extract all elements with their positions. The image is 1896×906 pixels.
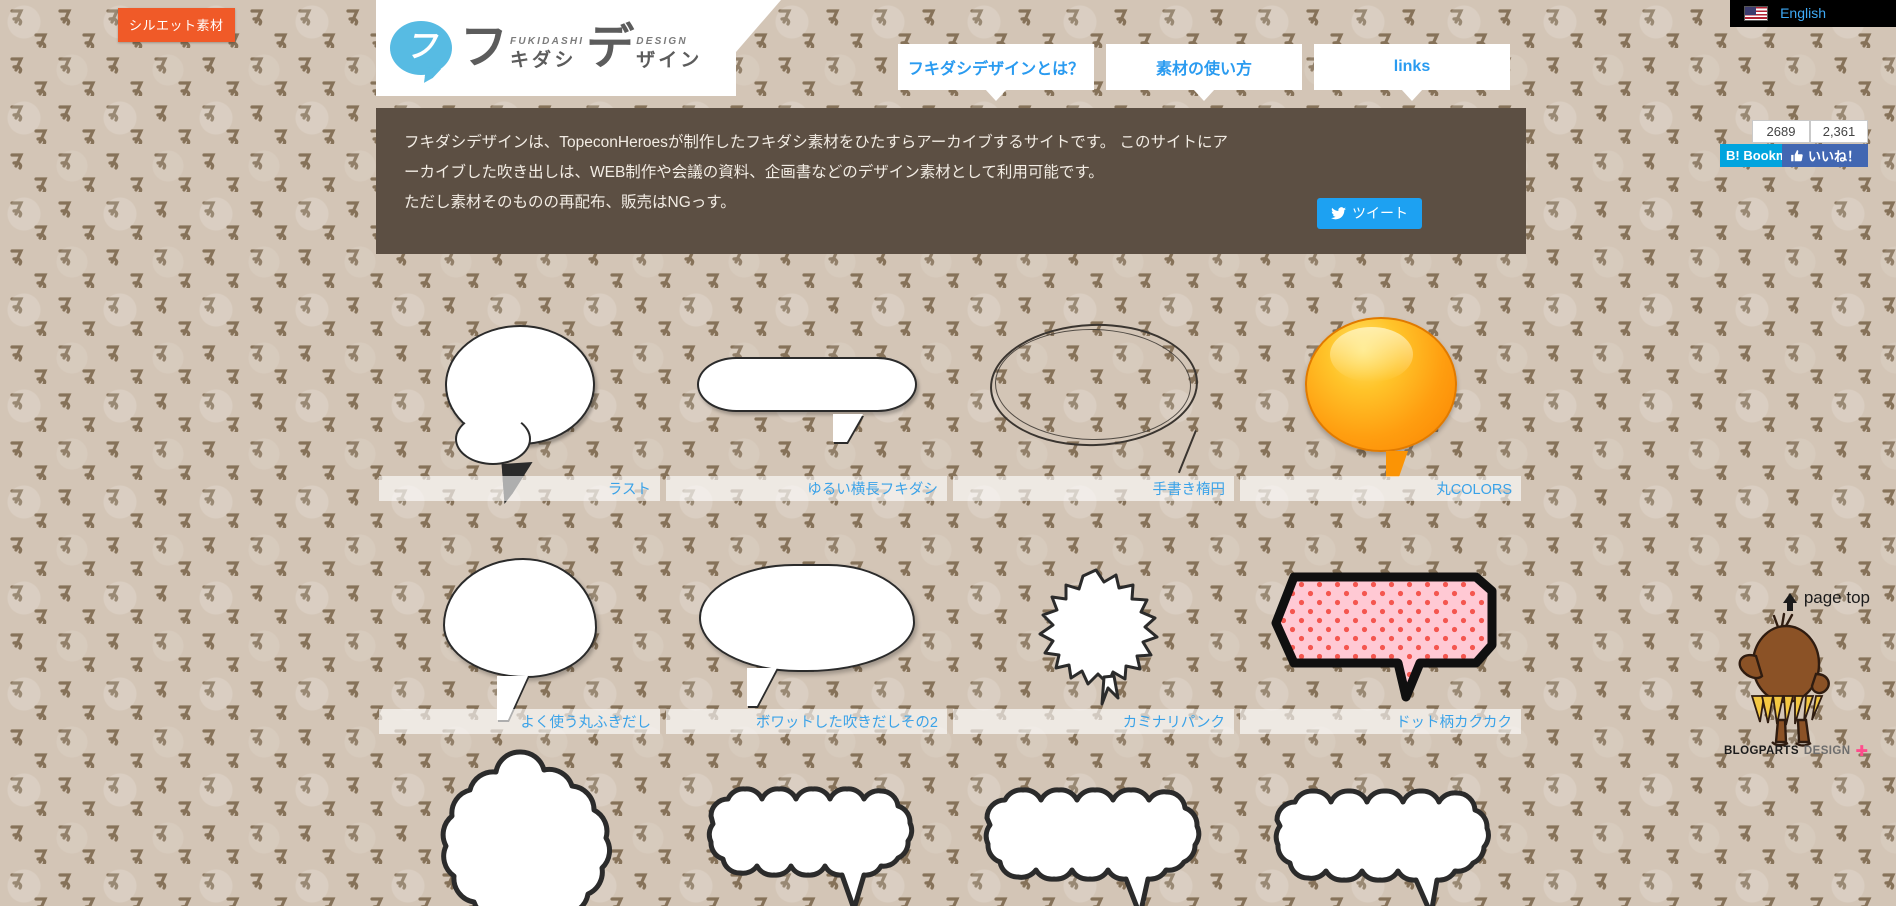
site-header: フ フ FUKIDASHI キダシ デ DESIGN ザイン <box>376 0 781 96</box>
like-count: 2,361 <box>1810 120 1868 143</box>
gloss-highlight <box>1330 326 1414 382</box>
logo-bubble-icon: フ <box>390 21 452 75</box>
nav-item-about-label: フキダシデザインとは？ <box>907 61 1085 78</box>
gallery-item[interactable] <box>376 734 663 906</box>
nav-item-links[interactable]: links <box>1314 44 1510 90</box>
gallery-item-label[interactable]: 手書き楕円 <box>953 476 1234 501</box>
speech-bubble-blob-art <box>442 557 597 678</box>
social-counts: 2689 2,361 <box>1752 120 1868 143</box>
gallery-row: ラスト ゆるい横長フキダシ 手書き楕円 丸COLORS <box>376 268 1526 501</box>
nav-item-howto-label: 素材の使い方 <box>1155 61 1252 78</box>
twitter-bird-icon <box>1331 206 1346 219</box>
language-selector[interactable]: English <box>1730 0 1896 27</box>
gallery-item-label[interactable]: ボワットした吹きだしその2 <box>666 709 947 734</box>
gallery-item-label[interactable]: ドット柄カクカク <box>1240 709 1521 734</box>
nav-item-about[interactable]: フキダシデザインとは？ <box>898 44 1094 90</box>
about-line-2: ーカイブした吹き出しは、WEB制作や会議の資料、企画書などのデザイン素材として利… <box>404 164 1104 181</box>
thumbs-up-icon <box>1791 149 1803 161</box>
gallery-item[interactable] <box>950 734 1237 906</box>
gallery-item-label[interactable]: カミナリパンク <box>953 709 1234 734</box>
hatena-bookmark-button[interactable]: B! Bookm <box>1719 144 1782 167</box>
logo-wordmark: フ FUKIDASHI キダシ デ DESIGN ザイン <box>460 19 703 76</box>
speech-bubble-sketch-oval-art <box>987 319 1200 450</box>
gallery-item[interactable]: よく使う丸ふきだし <box>376 501 663 734</box>
hatena-bookmark-label: B! Bookm <box>1725 148 1782 163</box>
nav-item-links-label: links <box>1393 58 1431 75</box>
main-navigation: フキダシデザインとは？ 素材の使い方 links <box>898 44 1510 90</box>
gallery-item[interactable]: ボワットした吹きだしその2 <box>663 501 950 734</box>
tweet-button[interactable]: ツイート <box>1317 198 1422 229</box>
page-top-label: page top <box>1803 588 1870 607</box>
gallery-item[interactable]: ラスト <box>376 268 663 501</box>
blogparts-design-label: DESIGN <box>1803 745 1851 757</box>
speech-bubble-cloud-art <box>698 563 915 672</box>
hatena-count: 2689 <box>1752 120 1810 143</box>
gallery-item[interactable]: 手書き楕円 <box>950 268 1237 501</box>
page-top-button[interactable]: page top <box>1782 588 1870 611</box>
blogparts-design-logo[interactable]: BLOGPARTS DESIGN ✚ <box>1724 742 1868 760</box>
arrow-up-icon <box>1782 593 1797 611</box>
speech-bubble-scallop-wide-art <box>687 776 927 906</box>
gallery-item[interactable]: カミナリパンク <box>950 501 1237 734</box>
gallery-item[interactable] <box>1237 734 1524 906</box>
tweet-label: ツイート <box>1352 205 1408 221</box>
nav-item-howto[interactable]: 素材の使い方 <box>1106 44 1302 90</box>
logo-big-1: フ <box>460 19 509 76</box>
blogparts-label: BLOGPARTS <box>1723 745 1799 757</box>
social-buttons: B! Bookm いいね！ <box>1719 144 1868 167</box>
about-line-1: フキダシデザインは、TopeconHeroesが制作したフキダシ素材をひたすらア… <box>404 134 1229 151</box>
site-logo[interactable]: フ フ FUKIDASHI キダシ デ DESIGN ザイン <box>390 21 702 75</box>
gallery-item[interactable]: ゆるい横長フキダシ <box>663 268 950 501</box>
plus-icon: ✚ <box>1855 743 1868 760</box>
speech-bubble-round-art <box>444 324 595 465</box>
speech-bubble-scallop-wide2-art <box>965 776 1223 906</box>
facebook-like-label: いいね！ <box>1807 149 1860 164</box>
logo-kana-1: キダシ <box>510 49 577 71</box>
gallery-item-label[interactable]: 丸COLORS <box>1240 476 1521 501</box>
gallery-item-label[interactable]: よく使う丸ふきだし <box>379 709 660 734</box>
logo-kana-2: ザイン <box>636 49 703 71</box>
gallery-item-label[interactable]: ラスト <box>379 476 660 501</box>
material-gallery: ラスト ゆるい横長フキダシ 手書き楕円 丸COLORS よく使う丸ふきだし ボワ… <box>376 268 1526 906</box>
speech-bubble-scallop-tall-art <box>422 746 618 906</box>
speech-bubble-spiky-art <box>1030 566 1158 705</box>
us-flag-icon <box>1744 5 1769 21</box>
logo-big-2: デ <box>586 19 635 76</box>
gallery-item-label[interactable]: ゆるい横長フキダシ <box>666 476 947 501</box>
logo-bubble-char: フ <box>404 27 437 65</box>
logo-roman-2: DESIGN <box>636 35 688 47</box>
gallery-row <box>376 734 1526 906</box>
logo-roman-1: FUKIDASHI <box>510 35 585 47</box>
gallery-item[interactable]: 丸COLORS <box>1237 268 1524 501</box>
language-label: English <box>1780 5 1826 21</box>
speech-bubble-dotted-angular-art <box>1270 571 1496 701</box>
speech-bubble-scallop-wide3-art <box>1255 776 1507 906</box>
silhouette-materials-button[interactable]: シルエット素材 <box>118 8 235 42</box>
mascot-character-icon <box>1728 608 1848 748</box>
speech-bubble-glossy-orange-art <box>1304 317 1457 477</box>
social-share-cluster: 2689 2,361 B! Bookm いいね！ <box>1719 120 1868 167</box>
gallery-row: よく使う丸ふきだし ボワットした吹きだしその2 カミナリパンク ドット柄カクカク <box>376 501 1526 734</box>
about-panel: フキダシデザインは、TopeconHeroesが制作したフキダシ素材をひたすらア… <box>376 108 1526 254</box>
facebook-like-button[interactable]: いいね！ <box>1781 144 1868 167</box>
gallery-item[interactable] <box>663 734 950 906</box>
gallery-item[interactable]: ドット柄カクカク <box>1237 501 1524 734</box>
speech-bubble-wide-art <box>696 357 917 412</box>
silhouette-materials-label: シルエット素材 <box>129 18 224 33</box>
